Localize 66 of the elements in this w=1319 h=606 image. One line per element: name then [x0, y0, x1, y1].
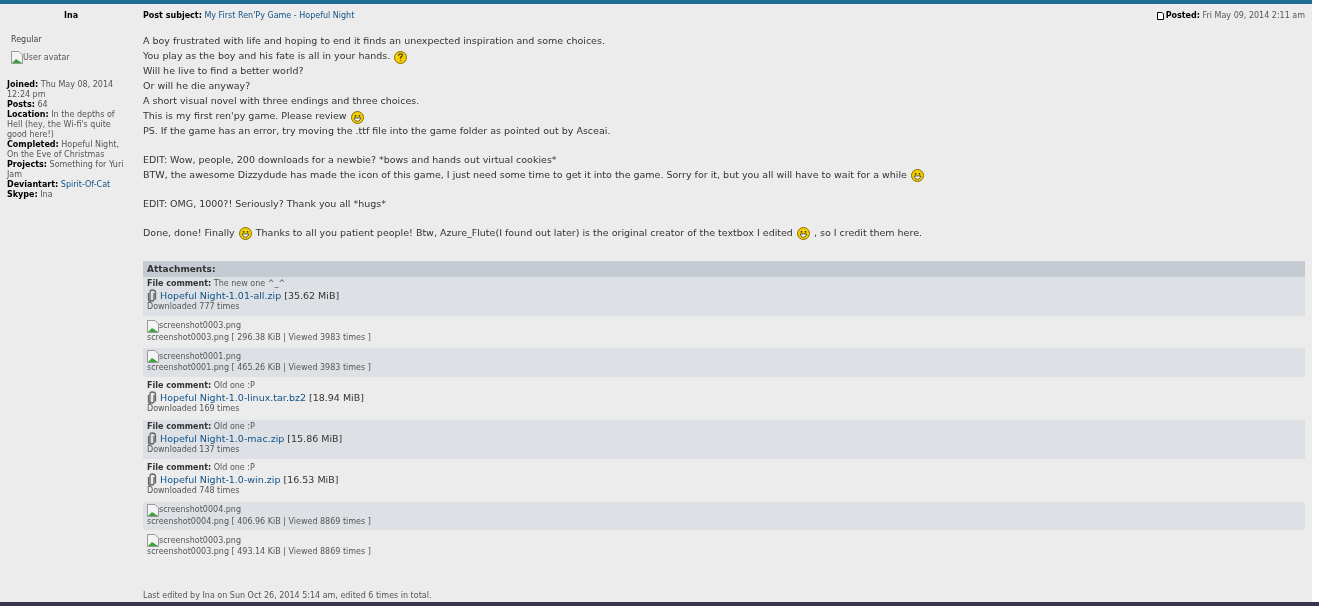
profile-field: Skype: Ina	[7, 190, 125, 200]
post-text: PS. If the game has an error, try moving the .ttf file into the game folder as pointed out by Asceai.	[143, 123, 611, 138]
file-link[interactable]: Hopeful Night-1.01-all.zip	[160, 289, 282, 302]
document-icon	[1156, 11, 1164, 20]
posted-date: Posted: Fri May 09, 2014 2:11 am	[1165, 11, 1305, 20]
broken-image-icon	[147, 350, 159, 364]
post-text: Will he live to find a better world?	[143, 63, 304, 78]
file-comment: File comment: Old one :P	[147, 380, 255, 392]
avatar-alt-text: User avatar	[23, 52, 70, 63]
file-comment: File comment: Old one :P	[147, 462, 255, 474]
paperclip-icon	[147, 432, 157, 446]
image-alt-text: screenshot0003.png	[159, 534, 241, 547]
image-info: screenshot0001.png [ 465.26 KiB | Viewed 3983 times ]	[147, 363, 371, 374]
post-text: You play as the boy and his fate is all in your hands.	[143, 49, 391, 63]
broken-image-icon	[147, 503, 159, 517]
paperclip-icon	[147, 391, 157, 405]
download-count: Downloaded 137 times	[147, 445, 240, 456]
grinning-smiley-icon	[796, 227, 810, 241]
profile-field: Projects: Something for Yuri Jam	[7, 160, 125, 180]
download-count: Downloaded 748 times	[147, 486, 240, 497]
profile-field: Joined: Thu May 08, 2014 12:24 pm	[7, 80, 125, 100]
user-rank: Regular	[10, 35, 43, 45]
profile-field: Deviantart: Spirit-Of-Cat	[7, 180, 125, 190]
grinning-smiley-icon	[238, 227, 252, 241]
download-count: Downloaded 169 times	[147, 404, 240, 415]
file-comment: File comment: Old one :P	[147, 421, 255, 433]
question-smiley-icon	[394, 50, 408, 64]
file-size: [35.62 MiB]	[284, 289, 340, 302]
subject-link[interactable]: My First Ren'Py Game - Hopeful Night	[204, 11, 355, 20]
image-info: screenshot0003.png [ 296.38 KiB | Viewed 3983 times ]	[147, 332, 371, 344]
post-text: , so I credit them here.	[813, 225, 923, 240]
post-text: This is my first ren'py game. Please review	[143, 108, 347, 123]
post-text: Or will he die anyway?	[143, 78, 251, 93]
author-name[interactable]: Ina	[7, 11, 125, 21]
broken-image-icon	[11, 51, 23, 64]
grinning-smiley-icon	[350, 110, 364, 124]
image-alt-text: screenshot0004.png	[159, 504, 241, 517]
profile-field: Location: In the depths of Hell (hey, the Wi-fi's quite good here!)	[7, 110, 125, 140]
post-subject: Post subject: My First Ren'Py Game - Hopeful Night	[143, 11, 355, 20]
profile-link[interactable]: Spirit-Of-Cat	[60, 180, 111, 189]
file-link[interactable]: Hopeful Night-1.0-mac.zip	[160, 432, 285, 445]
image-alt-text: screenshot0001.png	[159, 350, 241, 363]
post-text: BTW, the awesome Dizzydude has made the icon of this game, I just need some time to get it into the game. Sorry for it, but you all will have to wait for a while	[143, 167, 907, 182]
profile-field: Posts: 64	[7, 100, 125, 110]
image-info: screenshot0003.png [ 493.14 KiB | Viewed 8869 times ]	[147, 547, 371, 558]
paperclip-icon	[147, 473, 157, 487]
file-comment: File comment: The new one ^_^	[147, 278, 286, 290]
file-link[interactable]: Hopeful Night-1.0-win.zip	[160, 473, 281, 486]
paperclip-icon	[147, 289, 157, 303]
post-text: Done, done! Finally	[143, 225, 235, 240]
post-text: EDIT: OMG, 1000?! Seriously? Thank you all *hugs*	[143, 196, 387, 211]
post-text: EDIT: Wow, people, 200 downloads for a newbie? *bows and hands out virtual cookies*	[143, 152, 557, 167]
attachments-heading: Attachments:	[143, 260, 1305, 277]
image-alt-text: screenshot0003.png	[159, 320, 241, 333]
download-count: Downloaded 777 times	[147, 302, 240, 313]
profile-field: Completed: Hopeful Night, On the Eve of Christmas	[7, 140, 125, 160]
image-info: screenshot0004.png [ 406.96 KiB | Viewed 8869 times ]	[147, 516, 371, 528]
grinning-smiley-icon	[910, 169, 924, 183]
file-link[interactable]: Hopeful Night-1.0-linux.tar.bz2	[160, 391, 306, 404]
file-size: [15.86 MiB]	[287, 432, 343, 445]
post-text: Thanks to all you patient people! Btw, Azure_Flute(I found out later) is the original creator of the textbox I edited	[255, 225, 793, 240]
file-size: [16.53 MiB]	[283, 473, 339, 486]
post-text: A boy frustrated with life and hoping to end it finds an unexpected inspiration and some choices.	[143, 34, 605, 48]
post-text: A short visual novel with three endings and three choices.	[143, 93, 420, 108]
file-size: [18.94 MiB]	[308, 391, 364, 404]
last-edited-note: Last edited by Ina on Sun Oct 26, 2014 5:14 am, edited 6 times in total.	[143, 591, 433, 602]
